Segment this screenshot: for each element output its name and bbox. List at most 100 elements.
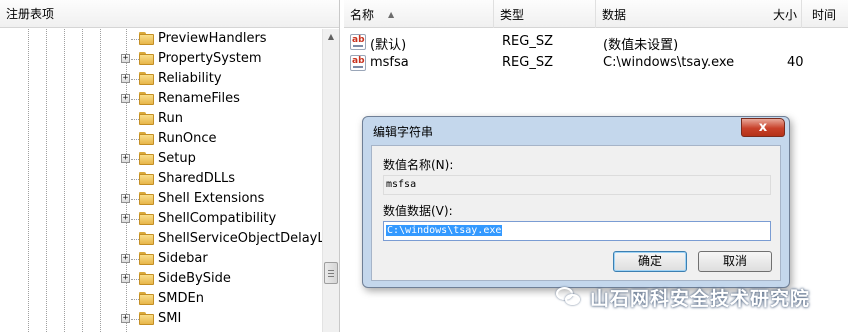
value-data-input[interactable]: C:\windows\tsay.exe [383, 221, 771, 241]
expand-icon[interactable]: + [121, 194, 130, 203]
value-name-label: 数值名称(N): [383, 158, 454, 172]
column-size[interactable]: 大小 [764, 0, 802, 28]
edit-string-dialog: 编辑字符串 x 数值名称(N): msfsa 数值数据(V): C:\windo… [362, 116, 790, 288]
grip-line [328, 276, 334, 277]
folder-icon [139, 112, 154, 125]
tree-connector [131, 219, 139, 220]
tree-item-label: SharedDLLs [158, 171, 236, 186]
dialog-content: 数值名称(N): msfsa 数值数据(V): C:\windows\tsay.… [371, 145, 781, 281]
expand-icon[interactable]: + [121, 314, 130, 323]
close-button[interactable]: x [741, 118, 785, 137]
folder-icon [139, 272, 154, 285]
folder-icon [139, 72, 154, 85]
folder-icon [139, 312, 154, 325]
tree-item[interactable]: + Shell Extensions [0, 189, 322, 209]
folder-icon [139, 192, 154, 205]
value-row[interactable]: ab msfsa REG_SZ C:\windows\tsay.exe 40 [344, 53, 848, 74]
tree-connector [131, 199, 139, 200]
tree-connector [131, 59, 139, 60]
folder-icon [139, 252, 154, 265]
tree-item[interactable]: ShellServiceObjectDelayLoad [0, 229, 322, 249]
grip-line [328, 270, 334, 271]
folder-icon [139, 292, 154, 305]
tree-item-label: Shell Extensions [158, 191, 265, 206]
tree-item[interactable]: + Reliability [0, 69, 322, 89]
folder-icon [139, 52, 154, 65]
tree-connector [131, 259, 139, 260]
tree-item-label: RenameFiles [158, 91, 240, 106]
tree-item[interactable]: + Sidebar [0, 249, 322, 269]
value-name: (默认) [370, 38, 407, 53]
tree-item-label: PreviewHandlers [158, 31, 267, 46]
tree-item[interactable]: + PropertySystem [0, 49, 322, 69]
cancel-button[interactable]: 取消 [698, 251, 772, 272]
value-row[interactable]: ab (默认) REG_SZ (数值未设置) [344, 32, 848, 53]
expand-icon[interactable]: + [121, 154, 130, 163]
value-type: REG_SZ [502, 55, 553, 70]
folder-icon [139, 232, 154, 245]
column-name-label: 名称 [350, 7, 375, 22]
tree-item-label: Setup [158, 151, 196, 166]
column-type[interactable]: 类型 [494, 0, 596, 28]
tree-item[interactable]: Run [0, 109, 322, 129]
tree-item[interactable]: SharedDLLs [0, 169, 322, 189]
tree-item[interactable]: + RenameFiles [0, 89, 322, 109]
sort-ascending-icon: ▲ [388, 9, 395, 19]
tree-body: PreviewHandlers + PropertySystem + Reliabili… [0, 29, 322, 332]
folder-icon [139, 92, 154, 105]
tree-connector [131, 179, 139, 180]
folder-icon [139, 212, 154, 225]
column-time[interactable]: 时间 [806, 0, 848, 28]
grip-line [328, 273, 334, 274]
registry-tree-pane: 注册表项 PreviewHandlers + PropertySystem + Reli… [0, 0, 340, 332]
expand-icon[interactable]: + [121, 74, 130, 83]
tree-item[interactable]: SMDEn [0, 289, 322, 309]
tree-connector [131, 319, 139, 320]
ok-button[interactable]: 确定 [613, 251, 687, 272]
value-data: (数值未设置) [603, 38, 679, 53]
expand-icon[interactable]: + [121, 94, 130, 103]
scrollbar-thumb[interactable] [324, 262, 338, 284]
folder-icon [139, 172, 154, 185]
value-data-selection: C:\windows\tsay.exe [386, 225, 503, 236]
watermark-text: 山石网科安全技术研究院 [590, 287, 811, 310]
folder-icon [139, 132, 154, 145]
expand-icon[interactable]: + [121, 254, 130, 263]
expand-icon[interactable]: + [121, 54, 130, 63]
string-value-icon: ab [350, 34, 366, 50]
value-size: 40 [787, 55, 804, 70]
tree-header[interactable]: 注册表项 [0, 0, 339, 28]
tree-connector [131, 299, 139, 300]
column-name[interactable]: 名称 ▲ [344, 0, 494, 28]
column-data-label: 数据 [602, 7, 627, 22]
folder-icon [139, 32, 154, 45]
scroll-up-arrow-icon[interactable]: ▲ [323, 29, 339, 45]
tree-vertical-scrollbar[interactable]: ▲ [322, 29, 339, 332]
chat-bubble-shape [565, 294, 580, 305]
wechat-icon [556, 286, 582, 308]
column-size-label: 大小 [772, 7, 797, 22]
tree-item[interactable]: RunOnce [0, 129, 322, 149]
tree-item[interactable]: + SMI [0, 309, 322, 329]
tree-item[interactable]: + Setup [0, 149, 322, 169]
tree-item-label: SMDEn [158, 291, 204, 306]
tree-connector [131, 159, 139, 160]
tree-item-label: RunOnce [158, 131, 217, 146]
folder-icon [139, 152, 154, 165]
tree-connector [131, 239, 139, 240]
value-type: REG_SZ [502, 34, 553, 49]
expand-icon[interactable]: + [121, 214, 130, 223]
tree-item-label: SMI [158, 311, 182, 326]
tree-item[interactable]: PreviewHandlers [0, 29, 322, 49]
tree-connector [131, 79, 139, 80]
tree-connector [131, 99, 139, 100]
tree-connector [131, 119, 139, 120]
tree-connector [131, 39, 139, 40]
value-name-field: msfsa [383, 175, 771, 195]
tree-item-label: ShellCompatibility [158, 211, 277, 226]
tree-item[interactable]: + ShellCompatibility [0, 209, 322, 229]
value-data: C:\windows\tsay.exe [603, 55, 735, 70]
expand-icon[interactable]: + [121, 274, 130, 283]
tree-connector [131, 279, 139, 280]
tree-item[interactable]: + SideBySide [0, 269, 322, 289]
